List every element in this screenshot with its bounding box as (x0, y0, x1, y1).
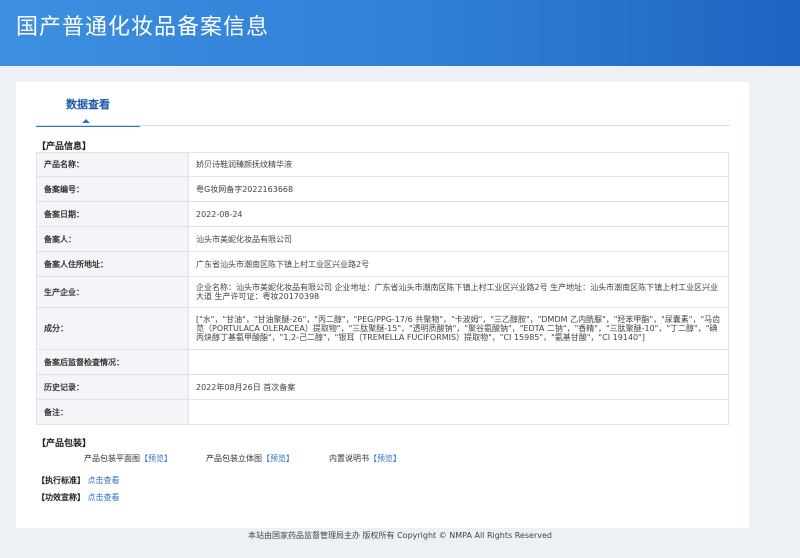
row-value-supervision (188, 349, 729, 375)
table-row: 生产企业： 企业名称：汕头市美妮化妆品有限公司 企业地址：广东省汕头市潮南区陈下… (36, 276, 729, 308)
row-label-supervision: 备案后监督检查情况： (36, 349, 189, 375)
row-label-manufacturer: 生产企业： (36, 276, 189, 308)
row-value-filing-date: 2022-08-24 (188, 201, 729, 227)
packaging-item-flat: 产品包装平面图【预览】 (84, 453, 172, 464)
preview-link[interactable]: 【预览】 (262, 454, 294, 463)
page-footer: 本站由国家药品监督管理局主办 版权所有 Copyright © NMPA All… (248, 531, 552, 540)
tab-indicator-arrow (82, 119, 90, 123)
table-row: 备案人住所地址： 广东省汕头市潮南区陈下镇上村工业区兴业路2号 (36, 251, 729, 277)
page-header: 国产普通化妆品备案信息 (0, 0, 800, 66)
row-value-filer: 汕头市美妮化妆品有限公司 (188, 226, 729, 252)
table-row: 产品名称： 娇贝诗鞋润臻颜抚纹精华液 (36, 152, 729, 177)
row-value-filing-number: 粤G妆网备字2022163668 (188, 176, 729, 202)
row-label-history: 历史记录： (36, 374, 189, 400)
efficacy-row: 【功效宣称】 点击查看 (37, 492, 120, 503)
row-label-ingredients: 成分： (36, 307, 189, 350)
product-info-table: 产品名称： 娇贝诗鞋润臻颜抚纹精华液 备案编号： 粤G妆网备字202216366… (36, 152, 729, 425)
table-row: 成分： ["水"，"甘油"，"甘油聚醚-26"，"丙二醇"，"PEG/PPG-1… (36, 307, 729, 350)
table-row: 备案日期： 2022-08-24 (36, 201, 729, 227)
packaging-item-3d: 产品包装立体图【预览】 (206, 453, 294, 464)
row-label-filer-address: 备案人住所地址： (36, 251, 189, 277)
row-value-product-name: 娇贝诗鞋润臻颜抚纹精华液 (188, 152, 729, 177)
table-row: 备案后监督检查情况： (36, 349, 729, 375)
row-label-filing-date: 备案日期： (36, 201, 189, 227)
page-title: 国产普通化妆品备案信息 (16, 15, 270, 40)
packaging-section-title: 【产品包装】 (37, 439, 92, 449)
preview-link[interactable]: 【预览】 (369, 454, 401, 463)
efficacy-label: 【功效宣称】 (37, 493, 85, 502)
packaging-item-manual: 内置说明书【预览】 (329, 453, 401, 464)
row-value-remarks (188, 399, 729, 425)
packaging-item-label: 产品包装平面图 (84, 454, 140, 463)
tab-divider (36, 125, 730, 126)
row-label-filer: 备案人： (36, 226, 189, 252)
content-card: 数据查看 【产品信息】 产品名称： 娇贝诗鞋润臻颜抚纹精华液 备案编号： 粤G妆… (16, 82, 749, 528)
table-row: 备注： (36, 399, 729, 425)
row-value-ingredients: ["水"，"甘油"，"甘油聚醚-26"，"丙二醇"，"PEG/PPG-17/6 … (188, 307, 729, 350)
row-label-product-name: 产品名称： (36, 152, 189, 177)
row-value-filer-address: 广东省汕头市潮南区陈下镇上村工业区兴业路2号 (188, 251, 729, 277)
packaging-item-label: 产品包装立体图 (206, 454, 262, 463)
table-row: 备案编号： 粤G妆网备字2022163668 (36, 176, 729, 202)
table-row: 备案人： 汕头市美妮化妆品有限公司 (36, 226, 729, 252)
row-label-remarks: 备注： (36, 399, 189, 425)
product-info-section-title: 【产品信息】 (37, 142, 92, 152)
standard-row: 【执行标准】 点击查看 (37, 475, 120, 486)
preview-link[interactable]: 【预览】 (140, 454, 172, 463)
row-label-filing-number: 备案编号： (36, 176, 189, 202)
efficacy-view-link[interactable]: 点击查看 (88, 493, 120, 502)
row-value-history: 2022年08月26日 首次备案 (188, 374, 729, 400)
table-row: 历史记录： 2022年08月26日 首次备案 (36, 374, 729, 400)
standard-view-link[interactable]: 点击查看 (88, 476, 120, 485)
standard-label: 【执行标准】 (37, 476, 85, 485)
row-value-manufacturer: 企业名称：汕头市美妮化妆品有限公司 企业地址：广东省汕头市潮南区陈下镇上村工业区… (188, 276, 729, 308)
packaging-item-label: 内置说明书 (329, 454, 369, 463)
